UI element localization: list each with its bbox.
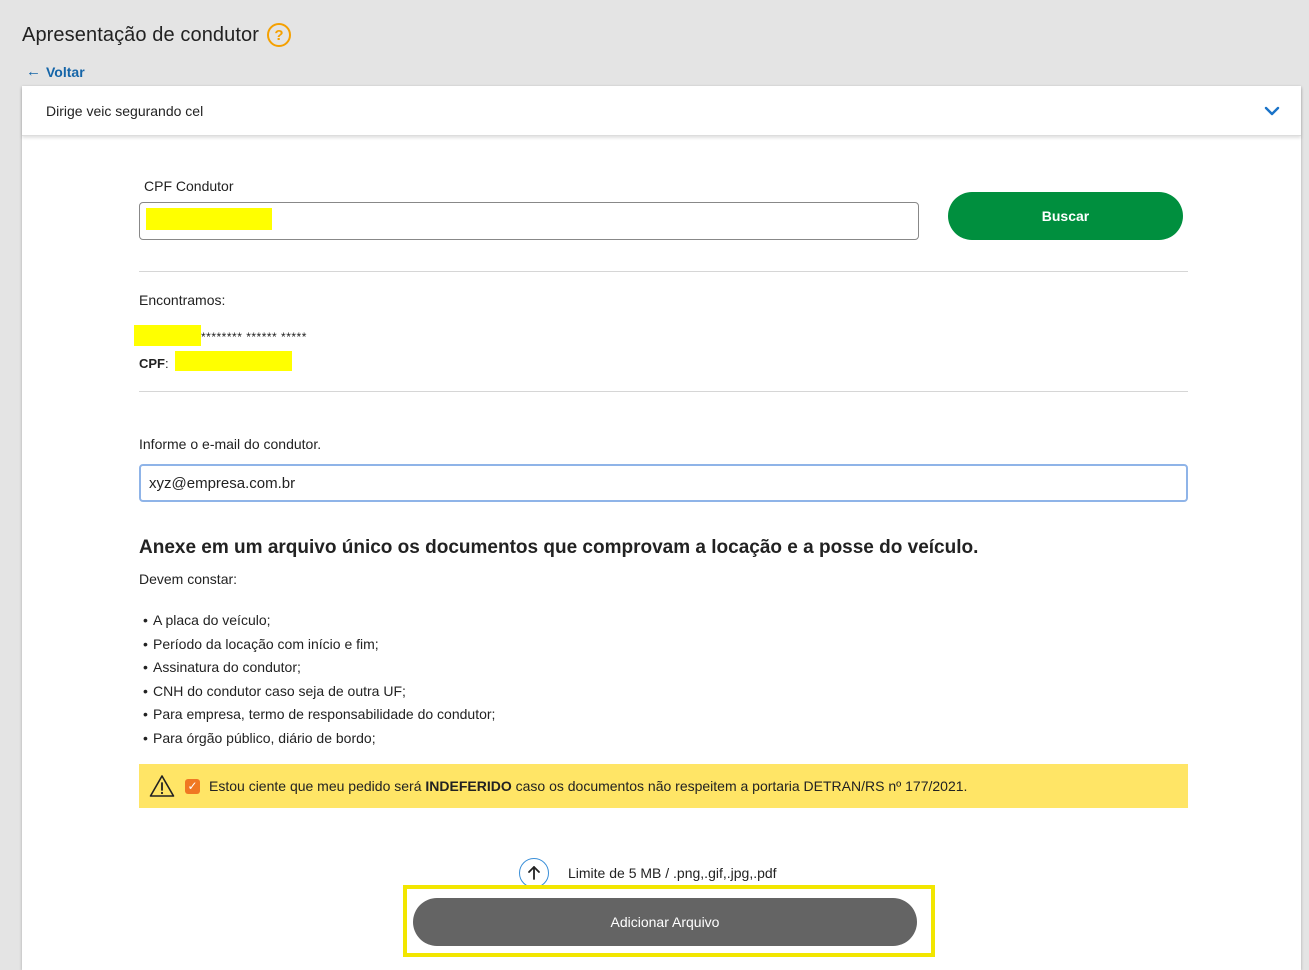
list-item: Assinatura do condutor; <box>139 656 495 680</box>
warning-text: Estou ciente que meu pedido será INDEFER… <box>209 778 967 794</box>
redacted-cpf-result <box>175 351 292 371</box>
cpf-result: CPF: <box>139 356 169 371</box>
list-item: Período da locação com início e fim; <box>139 633 495 657</box>
warning-text-before: Estou ciente que meu pedido será <box>209 778 426 794</box>
divider <box>139 271 1188 272</box>
list-item: A placa do veículo; <box>139 609 495 633</box>
chevron-down-icon <box>1264 106 1280 115</box>
warning-box: ✓ Estou ciente que meu pedido será INDEF… <box>139 764 1188 808</box>
list-item: Para órgão público, diário de bordo; <box>139 727 495 751</box>
found-label: Encontramos: <box>139 292 226 308</box>
cpf-result-label: CPF <box>139 356 165 371</box>
redacted-name <box>134 325 201 346</box>
page-title: Apresentação de condutor <box>22 23 260 46</box>
attachment-subheading: Devem constar: <box>139 571 238 587</box>
list-item: CNH do condutor caso seja de outra UF; <box>139 680 495 704</box>
redacted-cpf <box>146 208 272 230</box>
back-link-label: Voltar <box>46 63 85 80</box>
list-item: Para empresa, termo de responsabilidade … <box>139 703 495 727</box>
accordion-title: Dirige veic segurando cel <box>46 102 204 119</box>
masked-name: ******** ****** ***** <box>201 330 307 344</box>
add-file-button[interactable]: Adicionar Arquivo <box>413 898 917 946</box>
question-mark-icon[interactable]: ? <box>267 23 292 47</box>
divider <box>139 391 1188 392</box>
arrow-left-icon: ← <box>26 63 41 80</box>
email-input[interactable] <box>139 464 1188 502</box>
upload-info: Limite de 5 MB / .png,.gif,.jpg,.pdf <box>519 858 777 888</box>
cpf-label: CPF Condutor <box>144 178 234 194</box>
attachment-heading: Anexe em um arquivo único os documentos … <box>139 537 979 558</box>
requirements-list: A placa do veículo; Período da locação c… <box>139 609 495 750</box>
upload-arrow-icon[interactable] <box>519 858 549 888</box>
search-button[interactable]: Buscar <box>948 192 1183 240</box>
email-label: Informe o e-mail do condutor. <box>139 436 322 452</box>
warning-triangle-icon <box>149 775 175 797</box>
warning-text-after: caso os documentos não respeitem a porta… <box>511 778 968 794</box>
warning-text-bold: INDEFERIDO <box>425 778 512 794</box>
main-card: Dirige veic segurando cel CPF Condutor B… <box>22 86 1301 970</box>
cpf-result-separator: : <box>165 356 169 371</box>
accordion-header[interactable]: Dirige veic segurando cel <box>22 86 1301 136</box>
acknowledge-checkbox[interactable]: ✓ <box>185 778 200 794</box>
cpf-input[interactable] <box>139 202 919 240</box>
upload-limit-text: Limite de 5 MB / .png,.gif,.jpg,.pdf <box>568 865 777 881</box>
page-header: Apresentação de condutor ? <box>22 18 292 52</box>
back-link[interactable]: ← Voltar <box>26 63 85 80</box>
